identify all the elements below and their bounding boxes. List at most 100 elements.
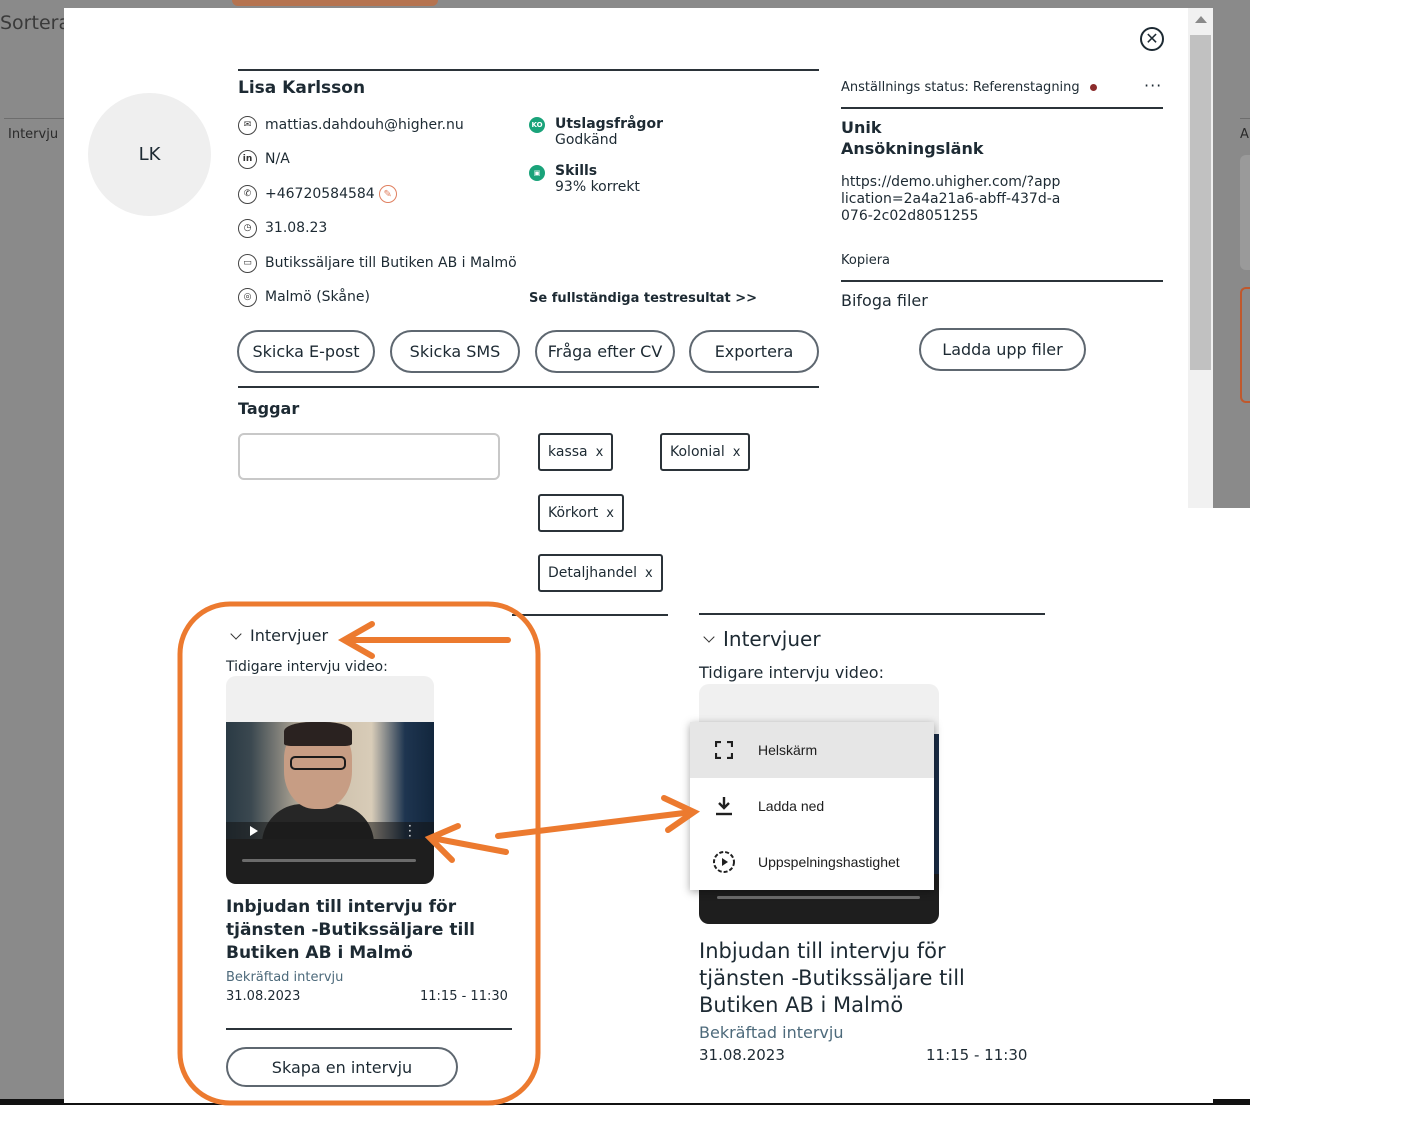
application-link-title-line2: Ansökningslänk <box>841 139 984 158</box>
tag-label: Detaljhandel <box>548 565 637 581</box>
previous-video-label: Tidigare intervju video: <box>226 659 388 675</box>
video-progress-zoom[interactable] <box>717 896 920 899</box>
close-icon: ✕ <box>1145 29 1159 48</box>
menu-item-fullscreen[interactable]: Helskärm <box>690 722 934 778</box>
zoom-divider <box>699 613 1045 615</box>
skills-icon: ▣ <box>529 165 545 181</box>
interviews-header-zoom: Intervjuer <box>723 627 821 651</box>
create-divider <box>226 1028 512 1030</box>
interview-date: 31.08.2023 <box>226 989 301 1004</box>
copy-link[interactable]: Kopiera <box>841 253 890 268</box>
background-divider-right <box>1240 118 1250 119</box>
video-progress[interactable] <box>242 859 416 862</box>
tag-input[interactable] <box>238 433 500 480</box>
export-button[interactable]: Exportera <box>689 330 819 373</box>
video-context-menu: Helskärm Ladda ned Uppspelningshastighet <box>690 722 934 890</box>
background-card <box>1240 155 1250 270</box>
interview-date-zoom: 31.08.2023 <box>699 1046 785 1064</box>
remove-tag-icon[interactable]: x <box>733 445 741 460</box>
tag-korkort: Körkort x <box>538 494 624 532</box>
skills-title: Skills <box>555 163 598 179</box>
employment-status[interactable]: Anställnings status: Referenstagning <box>841 80 1097 95</box>
application-url: https://demo.uhigher.com/?application=2a… <box>841 174 1061 224</box>
clock-icon: ◷ <box>238 218 257 238</box>
video-options-icon[interactable]: · · · <box>408 820 412 839</box>
request-cv-button[interactable]: Fråga efter CV <box>535 330 675 373</box>
chevron-down-icon <box>703 631 715 643</box>
menu-label: Helskärm <box>758 742 818 758</box>
interview-video[interactable]: · · · <box>226 722 434 839</box>
interview-title: Inbjudan till intervju för tjänsten -But… <box>226 897 475 963</box>
interviews-toggle[interactable]: Intervjuer <box>230 626 328 645</box>
remove-tag-icon[interactable]: x <box>606 506 614 521</box>
play-icon[interactable] <box>250 826 258 836</box>
fullscreen-icon <box>712 738 736 762</box>
skills-score: 93% korrekt <box>555 179 640 195</box>
background-card-highlight <box>1240 287 1250 403</box>
interviews-toggle-zoom[interactable]: Intervjuer <box>703 627 821 651</box>
menu-label: Uppspelningshastighet <box>758 854 900 870</box>
edit-phone-icon[interactable]: ✎ <box>378 185 397 203</box>
tag-label: Kolonial <box>670 444 725 460</box>
date-row: ◷ 31.08.23 <box>238 217 327 239</box>
upload-files-button[interactable]: Ladda upp filer <box>919 328 1086 371</box>
tag-kolonial: Kolonial x <box>660 433 751 471</box>
actions-divider <box>238 386 819 388</box>
scrollbar-thumb[interactable] <box>1190 35 1211 370</box>
interview-time-zoom: 11:15 - 11:30 <box>926 1046 1028 1064</box>
background-overlay-left <box>0 0 64 1103</box>
create-interview-button[interactable]: Skapa en intervju <box>226 1047 458 1087</box>
chevron-down-icon <box>230 627 242 640</box>
tag-kassa: kassa x <box>538 433 614 471</box>
candidate-name: Lisa Karlsson <box>238 78 366 98</box>
menu-item-playback-speed[interactable]: Uppspelningshastighet <box>690 834 934 890</box>
status-dot <box>1089 84 1097 91</box>
knockout-result: Godkänd <box>555 132 618 148</box>
previous-video-label-zoom: Tidigare intervju video: <box>699 663 884 682</box>
menu-label: Ladda ned <box>758 798 825 814</box>
send-sms-button[interactable]: Skicka SMS <box>390 330 520 373</box>
background-button <box>232 0 438 6</box>
close-button[interactable]: ✕ <box>1140 27 1164 51</box>
skills-result: ▣ Skills 93% korrekt <box>529 163 640 195</box>
linkedin-icon: in <box>238 149 257 169</box>
remove-tag-icon[interactable]: x <box>596 445 604 460</box>
location-pin-icon: ◎ <box>238 287 257 307</box>
phone-row: ✆ +46720584584 ✎ <box>238 183 397 205</box>
job-row: ▭ Butikssäljare till Butiken AB i Malmö <box>238 252 517 274</box>
status-divider <box>841 107 1163 109</box>
tag-label: Körkort <box>548 505 599 521</box>
header-divider <box>238 69 819 71</box>
attachments-title: Bifoga filer <box>841 291 928 310</box>
more-options-icon[interactable]: ··· <box>1144 76 1162 95</box>
knockout-questions: KO Utslagsfrågor Godkänd <box>529 116 663 148</box>
candidate-location: Malmö (Skåne) <box>265 289 370 305</box>
candidate-date: 31.08.23 <box>265 220 328 236</box>
send-email-button[interactable]: Skicka E-post <box>237 330 375 373</box>
candidate-email[interactable]: mattias.dahdouh@higher.nu <box>265 117 464 133</box>
menu-item-download[interactable]: Ladda ned <box>690 778 934 834</box>
tags-title: Taggar <box>238 399 300 418</box>
phone-icon: ✆ <box>238 184 257 204</box>
email-row: ✉ mattias.dahdouh@higher.nu <box>238 114 464 136</box>
remove-tag-icon[interactable]: x <box>645 566 653 581</box>
application-link-title: Unik Ansökningslänk <box>841 117 983 159</box>
interviews-divider <box>512 614 668 616</box>
background-column-label-right: A <box>1240 127 1249 142</box>
link-divider <box>841 280 1163 282</box>
interview-title-zoom: Inbjudan till intervju för tjänsten -But… <box>699 939 965 1017</box>
tag-detaljhandel: Detaljhandel x <box>538 554 663 592</box>
status-label: Anställnings status: <box>841 80 969 95</box>
candidate-phone: +46720584584 <box>265 186 375 202</box>
knockout-icon: KO <box>529 117 545 133</box>
briefcase-icon: ▭ <box>238 253 257 273</box>
scroll-up-arrow-icon[interactable] <box>1195 16 1207 23</box>
playback-speed-icon <box>712 850 736 874</box>
linkedin-row: in N/A <box>238 148 290 170</box>
knockout-title: Utslagsfrågor <box>555 116 663 132</box>
candidate-linkedin: N/A <box>265 151 290 167</box>
interview-status: Bekräftad intervju <box>226 970 344 985</box>
envelope-icon: ✉ <box>238 115 257 135</box>
test-results-link[interactable]: Se fullständiga testresultat >> <box>529 291 757 306</box>
application-link-title-line1: Unik <box>841 118 882 137</box>
